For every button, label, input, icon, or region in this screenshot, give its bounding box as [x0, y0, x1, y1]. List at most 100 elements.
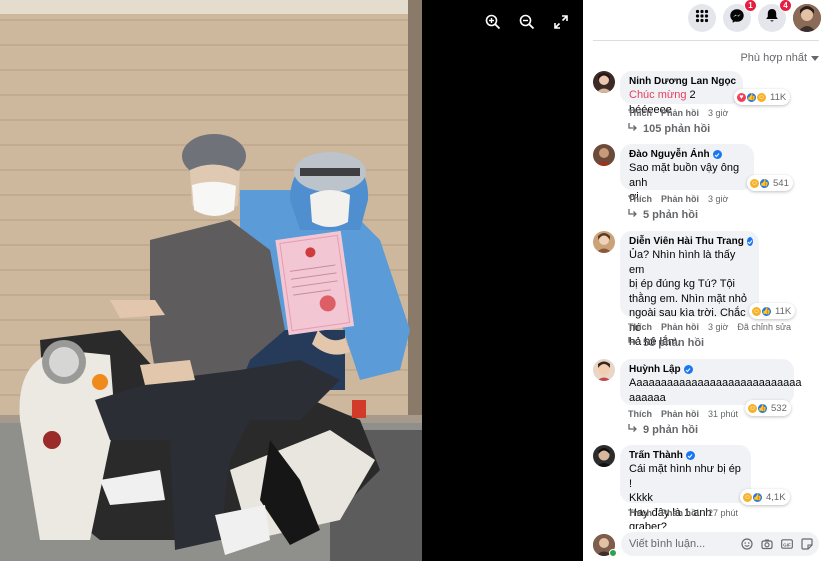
comment-time[interactable]: 31 phút	[708, 409, 738, 419]
commenter-avatar[interactable]	[593, 71, 615, 93]
reaction-summary[interactable]: ☺ 👍 541	[747, 175, 793, 191]
messenger-icon	[729, 8, 745, 29]
comment-item: Huỳnh Lập Aaaaaaaaaaaaaaaaaaaaaaaaaaaa a…	[593, 359, 817, 439]
reply-button[interactable]: Phản hồi	[661, 508, 699, 518]
commenter-name[interactable]: Huỳnh Lập	[629, 364, 785, 375]
caret-down-icon	[811, 55, 819, 61]
commenter-name[interactable]: Diễn Viên Hài Thu Trang	[629, 236, 753, 247]
mention-link[interactable]: Chúc mừng	[629, 89, 687, 101]
reaction-summary[interactable]: ☺ 👍 532	[745, 400, 791, 416]
commenter-name[interactable]: Trấn Thành	[629, 450, 742, 461]
reply-button[interactable]: Phản hồi	[661, 108, 699, 118]
commenter-avatar[interactable]	[593, 445, 615, 467]
comment-time[interactable]: 3 giờ	[708, 108, 728, 118]
like-reaction-icon: 👍	[761, 305, 772, 317]
verified-badge-icon	[712, 150, 722, 159]
reply-button[interactable]: Phản hồi	[661, 194, 699, 204]
zoom-out-icon[interactable]	[517, 12, 537, 32]
comment-text: Ủa? Nhìn hình là thấy em bị ép đúng kg T…	[629, 249, 748, 348]
view-replies-link[interactable]: 5 phản hồi	[628, 209, 698, 221]
comment-bubble: Huỳnh Lập Aaaaaaaaaaaaaaaaaaaaaaaaaaaa a…	[620, 359, 802, 405]
comment-item: Trấn Thành Cái mặt hình như bị ép ! Kkkk…	[593, 445, 817, 533]
comment-actions: Thích Phản hồi 27 phút	[628, 508, 738, 518]
sticker-icon[interactable]	[801, 538, 813, 550]
post-photo[interactable]	[0, 0, 422, 561]
online-status-dot	[609, 549, 617, 557]
sort-label: Phù hợp nhất	[740, 52, 807, 64]
like-button[interactable]: Thích	[628, 322, 652, 332]
reaction-count: 541	[773, 177, 789, 189]
view-replies-link[interactable]: 105 phản hồi	[628, 123, 710, 135]
svg-text:GIF: GIF	[783, 542, 791, 547]
comment-item: Ninh Dương Lan Ngọc Chúc mừng 2 bééeeee …	[593, 71, 817, 136]
comment-time[interactable]: 3 giờ	[708, 194, 728, 204]
like-button[interactable]: Thích	[628, 409, 652, 419]
commenter-name-text: Ninh Dương Lan Ngọc	[629, 76, 737, 87]
gif-icon[interactable]: GIF	[781, 538, 793, 550]
commenter-avatar[interactable]	[593, 144, 615, 166]
comment-item: Đào Nguyễn Ánh Sao mặt buồn vậy ông anh …	[593, 144, 817, 224]
commenter-name-text: Trấn Thành	[629, 450, 683, 461]
emoji-icon[interactable]	[741, 538, 753, 550]
comment-actions: Thích Phản hồi 31 phút	[628, 409, 738, 419]
reply-arrow-icon	[628, 123, 638, 135]
like-button[interactable]: Thích	[628, 108, 652, 118]
comment-sort-dropdown[interactable]: Phù hợp nhất	[740, 52, 819, 64]
comment-time[interactable]: 3 giờ	[708, 322, 728, 332]
like-button[interactable]: Thích	[628, 508, 652, 518]
commenter-avatar[interactable]	[593, 231, 615, 253]
grid-menu-button[interactable]	[688, 4, 716, 32]
camera-icon[interactable]	[761, 538, 773, 550]
reaction-summary[interactable]: ♥ 👍 ☺ 11K	[734, 89, 791, 105]
verified-badge-icon	[746, 237, 753, 246]
verified-badge-icon	[683, 365, 693, 374]
comment-bubble: Trấn Thành Cái mặt hình như bị ép ! Kkkk…	[620, 445, 751, 533]
like-button[interactable]: Thích	[628, 194, 652, 204]
replies-count: 5 phản hồi	[643, 209, 698, 221]
comment-actions: Thích Phản hồi 3 giờ	[628, 194, 728, 204]
reaction-summary[interactable]: ☺ 👍 11K	[749, 303, 796, 319]
composer-tools: GIF	[741, 538, 813, 550]
comment-bubble: Ninh Dương Lan Ngọc Chúc mừng 2 bééeeee	[620, 71, 743, 116]
haha-reaction-icon: ☺	[756, 91, 767, 103]
reaction-count: 532	[771, 402, 787, 414]
reaction-count: 11K	[770, 91, 787, 103]
replies-count: 9 phản hồi	[643, 424, 698, 436]
bell-icon	[765, 8, 779, 28]
messenger-button[interactable]: 1	[723, 0, 757, 32]
reaction-summary[interactable]: ☺ 👍 4,1K	[740, 489, 790, 505]
comment-text: Cái mặt hình như bị ép ! Kkkk Hay đây là…	[629, 463, 741, 533]
replies-count: 53 phản hồi	[643, 337, 705, 349]
reply-button[interactable]: Phản hồi	[661, 322, 699, 332]
notifications-badge: 4	[779, 0, 792, 12]
grid-menu-icon	[695, 9, 709, 28]
viewer-toolbar	[483, 12, 571, 32]
commenter-avatar[interactable]	[593, 359, 615, 381]
comment-item: Diễn Viên Hài Thu Trang Ủa? Nhìn hình là…	[593, 231, 817, 353]
like-reaction-icon: 👍	[757, 402, 768, 414]
comment-actions: Thích Phản hồi 3 giờ Đã chỉnh sửa	[628, 322, 791, 332]
comment-bubble: Đào Nguyễn Ánh Sao mặt buồn vậy ông anh …	[620, 144, 754, 203]
view-replies-link[interactable]: 53 phản hồi	[628, 337, 704, 349]
comment-bubble: Diễn Viên Hài Thu Trang Ủa? Nhìn hình là…	[620, 231, 759, 348]
fullscreen-icon[interactable]	[551, 12, 571, 32]
commenter-name[interactable]: Ninh Dương Lan Ngọc	[629, 76, 737, 87]
verified-badge-icon	[685, 451, 695, 460]
reply-arrow-icon	[628, 424, 638, 436]
commenter-name[interactable]: Đào Nguyễn Ánh	[629, 149, 745, 160]
commenter-name-text: Huỳnh Lập	[629, 364, 681, 375]
comment-time[interactable]: 27 phút	[708, 508, 738, 518]
reaction-count: 11K	[775, 305, 792, 317]
zoom-in-icon[interactable]	[483, 12, 503, 32]
commenter-name-text: Đào Nguyễn Ánh	[629, 149, 710, 160]
reply-button[interactable]: Phản hồi	[661, 409, 699, 419]
view-replies-link[interactable]: 9 phản hồi	[628, 424, 698, 436]
notifications-button[interactable]: 4	[758, 0, 792, 32]
comments-panel: 1 4 Phù hợp nhất Ninh Dương Lan Ngọc Chú…	[583, 0, 829, 561]
profile-avatar[interactable]	[793, 4, 821, 32]
messenger-badge: 1	[744, 0, 757, 12]
top-navbar: 1 4	[583, 0, 829, 36]
section-divider	[593, 40, 819, 41]
reply-arrow-icon	[628, 209, 638, 221]
comment-composer: GIF	[583, 529, 829, 561]
